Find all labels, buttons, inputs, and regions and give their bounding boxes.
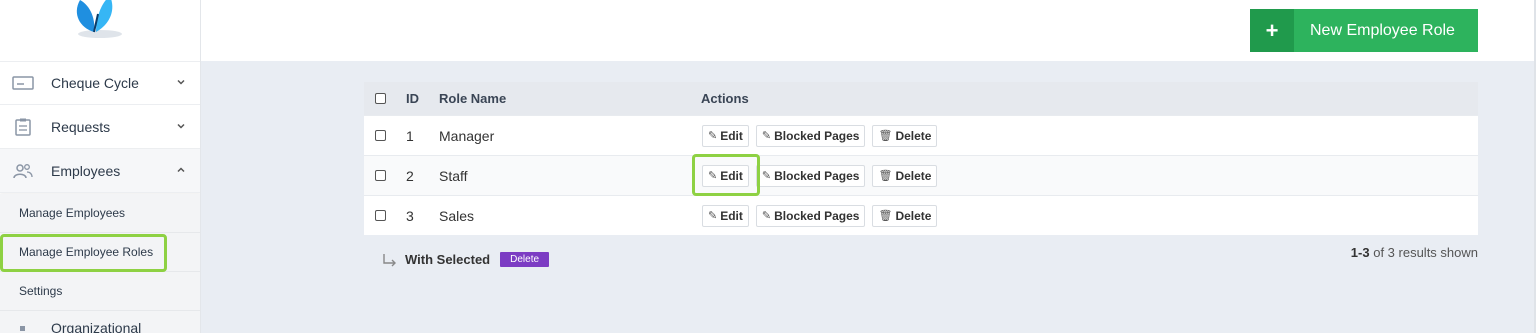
trash-icon: 🗑: [878, 210, 893, 222]
submenu-item-settings[interactable]: Settings: [0, 272, 200, 311]
blocked-pages-label: Blocked Pages: [774, 208, 860, 223]
row-checkbox[interactable]: [375, 130, 386, 141]
blocked-pages-label: Blocked Pages: [774, 168, 860, 183]
card-icon: [12, 74, 34, 92]
bulk-delete-button[interactable]: Delete: [500, 252, 550, 267]
sidebar-item-cheque-cycle[interactable]: Cheque Cycle: [0, 61, 200, 105]
users-icon: [12, 162, 34, 180]
pencil-icon: ✎: [708, 130, 718, 142]
row-id: 1: [406, 127, 414, 144]
table-header: ID Role Name Actions: [364, 82, 1478, 115]
highlight-annotation: [692, 154, 760, 196]
sidebar-item-organizational[interactable]: Organizational: [0, 318, 200, 333]
chevron-up-icon: [177, 167, 185, 173]
new-employee-role-label: New Employee Role: [1310, 21, 1455, 39]
highlight-annotation: [0, 234, 167, 272]
row-checkbox[interactable]: [375, 170, 386, 181]
sidebar-item-employees[interactable]: Employees: [0, 149, 200, 193]
delete-label: Delete: [895, 128, 932, 143]
column-header-id: ID: [406, 91, 419, 106]
sidebar-item-requests[interactable]: Requests: [0, 105, 200, 149]
column-header-actions: Actions: [701, 91, 749, 106]
table-row: 1 Manager ✎ Edit ✎ Blocked Pages 🗑 Delete: [364, 115, 1478, 155]
blocked-pages-label: Blocked Pages: [774, 128, 860, 143]
with-selected-label: With Selected: [405, 252, 491, 267]
blocked-pages-button[interactable]: ✎ Blocked Pages: [755, 124, 866, 147]
select-all-checkbox[interactable]: [375, 93, 386, 104]
column-header-role-name: Role Name: [439, 91, 507, 106]
bulk-actions: With Selected Delete: [382, 252, 550, 267]
edit-button[interactable]: ✎ Edit: [702, 204, 749, 227]
edit-label: Edit: [720, 128, 743, 143]
butterfly-logo-icon: [76, 0, 122, 38]
pencil-icon: ✎: [761, 170, 772, 182]
trash-icon: 🗑: [878, 170, 893, 182]
pencil-icon: ✎: [708, 210, 718, 222]
row-role-name: Manager: [439, 127, 495, 144]
delete-button[interactable]: 🗑 Delete: [872, 164, 938, 187]
row-role-name: Staff: [439, 167, 468, 184]
blocked-pages-button[interactable]: ✎ Blocked Pages: [755, 204, 866, 227]
table-row: 2 Staff ✎ Edit ✎ Blocked Pages 🗑 Delete: [364, 155, 1478, 195]
chevron-down-icon: [177, 79, 185, 85]
trash-icon: 🗑: [878, 130, 893, 142]
sidebar: Cheque Cycle Requests Employees Manage E…: [0, 0, 201, 333]
clipboard-icon: [12, 118, 34, 136]
blocked-pages-button[interactable]: ✎ Blocked Pages: [755, 164, 866, 187]
sidebar-item-label: Requests: [51, 118, 111, 135]
delete-button[interactable]: 🗑 Delete: [872, 124, 938, 147]
corner-arrow-icon: [383, 253, 396, 266]
row-actions: ✎ Edit ✎ Blocked Pages 🗑 Delete: [702, 204, 938, 227]
submenu-item-manage-employees[interactable]: Manage Employees: [0, 194, 200, 233]
new-employee-role-button[interactable]: + New Employee Role: [1250, 9, 1478, 52]
results-count: 1-3 of 3 results shown: [1351, 245, 1478, 260]
pencil-icon: ✎: [761, 210, 772, 222]
results-range: 1-3: [1350, 245, 1370, 260]
organization-icon: [20, 325, 25, 331]
roles-table: ID Role Name Actions 1 Manager ✎ Edit ✎ Bl…: [364, 82, 1478, 235]
row-actions: ✎ Edit ✎ Blocked Pages 🗑 Delete: [702, 124, 938, 147]
sidebar-item-label: Cheque Cycle: [51, 74, 139, 91]
chevron-down-icon: [177, 123, 185, 129]
delete-button[interactable]: 🗑 Delete: [872, 204, 938, 227]
table-row: 3 Sales ✎ Edit ✎ Blocked Pages 🗑 Delete: [364, 195, 1478, 235]
plus-icon: +: [1250, 9, 1294, 52]
edit-button[interactable]: ✎ Edit: [702, 124, 749, 147]
delete-label: Delete: [895, 168, 932, 183]
row-id: 3: [406, 207, 414, 224]
row-id: 2: [406, 167, 414, 184]
sidebar-item-label: Organizational: [51, 320, 142, 333]
sidebar-item-label: Employees: [51, 162, 121, 179]
results-text: of 3 results shown: [1373, 245, 1478, 260]
edit-label: Edit: [720, 208, 743, 223]
pencil-icon: ✎: [761, 130, 772, 142]
row-role-name: Sales: [439, 207, 475, 224]
row-checkbox[interactable]: [375, 210, 386, 221]
delete-label: Delete: [895, 208, 932, 223]
